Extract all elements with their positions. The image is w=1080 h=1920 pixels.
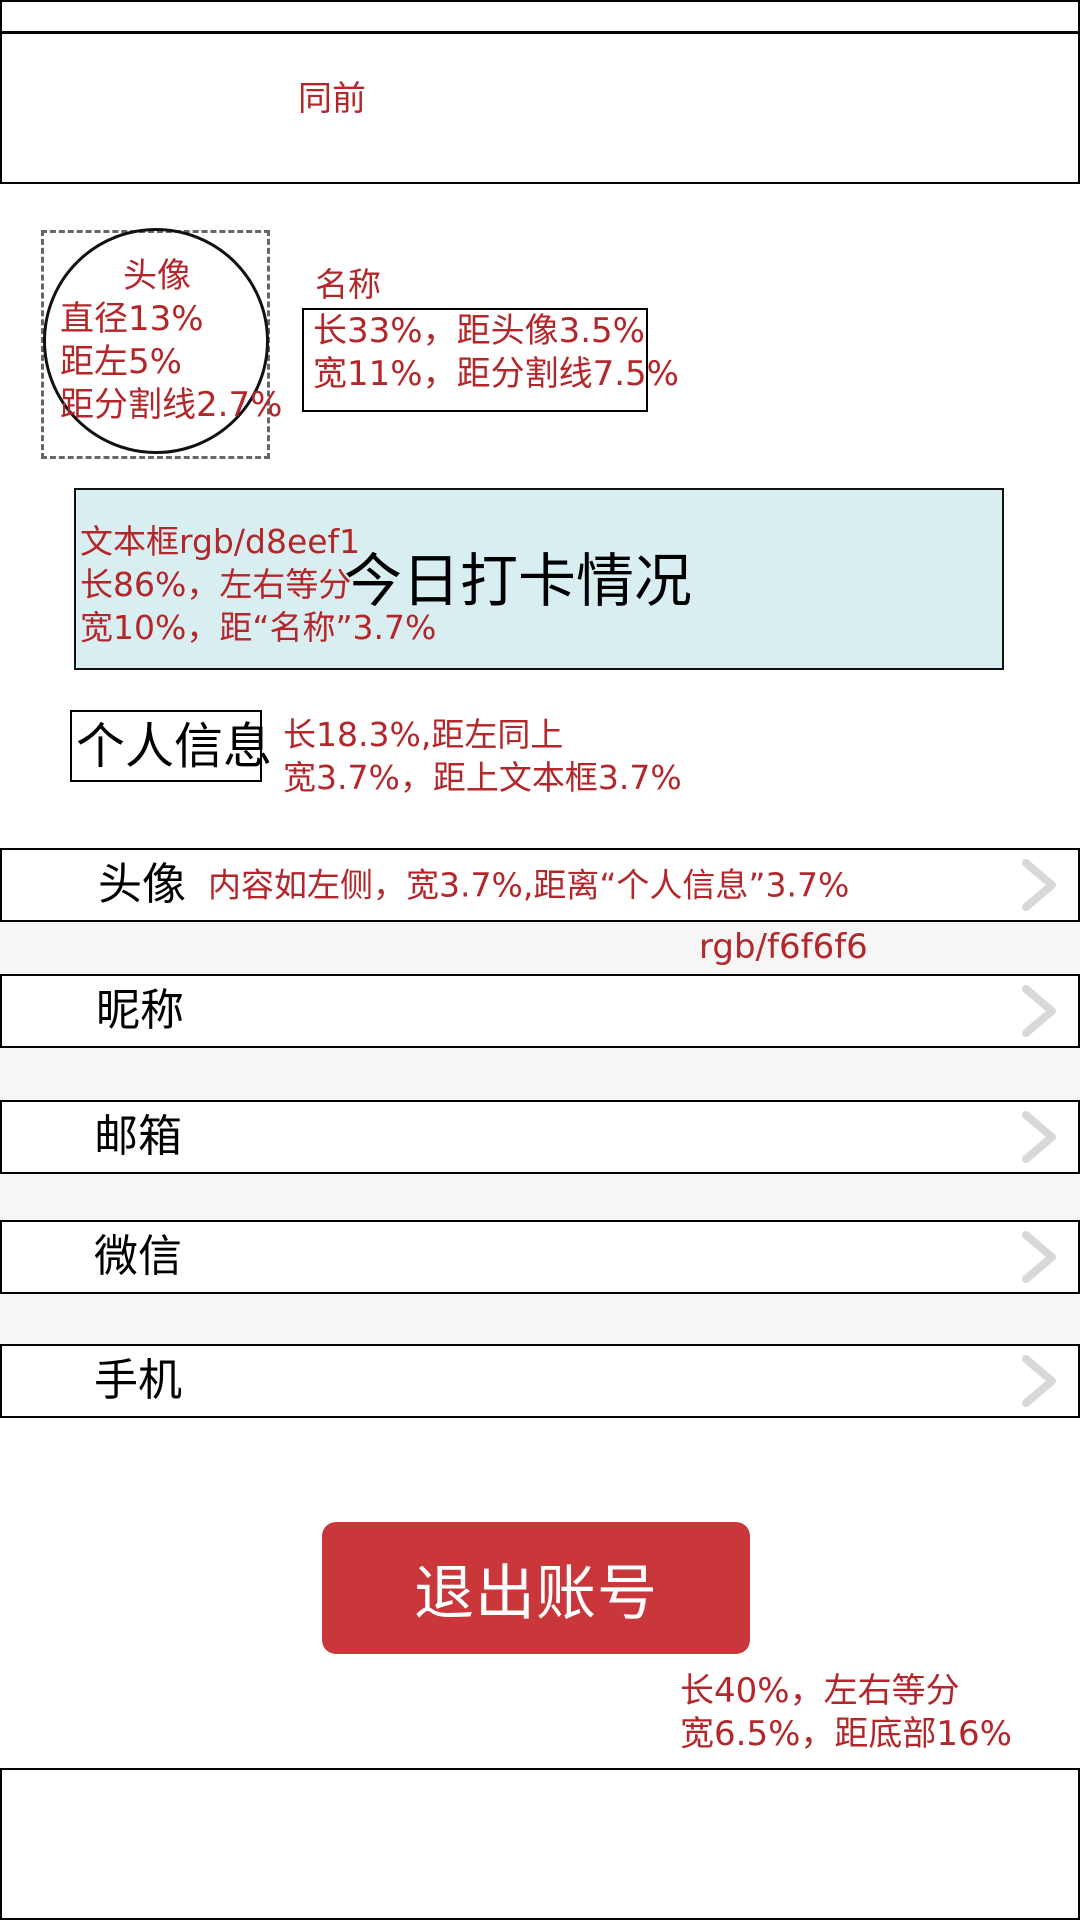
row-label: 邮箱 <box>94 1111 182 1162</box>
row-email[interactable]: 邮箱 <box>0 1100 1080 1174</box>
checkin-note: 文本框rgb/d8eef1 长86%，左右等分 宽10%，距“名称”3.7% <box>80 520 436 649</box>
checkin-note-line: 长86%，左右等分 <box>80 565 352 604</box>
avatar-note: 头像 直径13% 距左5% 距分割线2.7% <box>60 255 282 427</box>
logout-button[interactable]: 退出账号 <box>322 1522 750 1654</box>
row-label: 手机 <box>94 1355 182 1406</box>
chevron-right-icon <box>1022 1355 1056 1407</box>
section-note-line: 宽3.7%，距上文本框3.7% <box>283 758 682 797</box>
header-note: 同前 <box>298 79 366 119</box>
row-nickname[interactable]: 昵称 <box>0 974 1080 1048</box>
name-label: 名称 <box>315 265 381 304</box>
logout-note-line: 长40%，左右等分 <box>680 1671 960 1711</box>
chevron-right-icon <box>1022 859 1056 911</box>
top-status-bar <box>0 0 1080 36</box>
name-note-line: 长33%，距头像3.5% <box>313 311 645 351</box>
name-note-line: 宽11%，距分割线7.5% <box>313 354 679 394</box>
row-avatar[interactable]: 头像 内容如左侧，宽3.7%,距离“个人信息”3.7% <box>0 848 1080 922</box>
gap-color-note: rgb/f6f6f6 <box>699 927 868 967</box>
row-note: 内容如左侧，宽3.7%,距离“个人信息”3.7% <box>208 865 850 905</box>
chevron-right-icon <box>1022 1231 1056 1283</box>
avatar-note-line: 直径13% <box>60 299 204 339</box>
section-note: 长18.3%,距左同上 宽3.7%，距上文本框3.7% <box>283 713 682 799</box>
avatar-note-line: 距左5% <box>60 342 182 382</box>
row-label: 头像 <box>98 859 186 910</box>
bottom-navigation-bar <box>0 1768 1080 1920</box>
avatar-note-line: 头像 <box>123 256 191 296</box>
header-bar <box>0 34 1080 184</box>
chevron-right-icon <box>1022 1111 1056 1163</box>
logout-note: 长40%，左右等分 宽6.5%，距底部16% <box>680 1670 1012 1756</box>
row-wechat[interactable]: 微信 <box>0 1220 1080 1294</box>
checkin-note-line: 宽10%，距“名称”3.7% <box>80 608 437 647</box>
row-label: 昵称 <box>96 985 184 1036</box>
logout-note-line: 宽6.5%，距底部16% <box>680 1714 1012 1754</box>
avatar-note-line: 距分割线2.7% <box>60 385 283 425</box>
checkin-note-line: 文本框rgb/d8eef1 <box>80 522 361 561</box>
chevron-right-icon <box>1022 985 1056 1037</box>
section-title: 个人信息 <box>76 718 273 775</box>
row-label: 微信 <box>94 1231 182 1282</box>
row-phone[interactable]: 手机 <box>0 1344 1080 1418</box>
name-note: 长33%，距头像3.5% 宽11%，距分割线7.5% <box>313 310 679 396</box>
section-note-line: 长18.3%,距左同上 <box>283 715 564 754</box>
